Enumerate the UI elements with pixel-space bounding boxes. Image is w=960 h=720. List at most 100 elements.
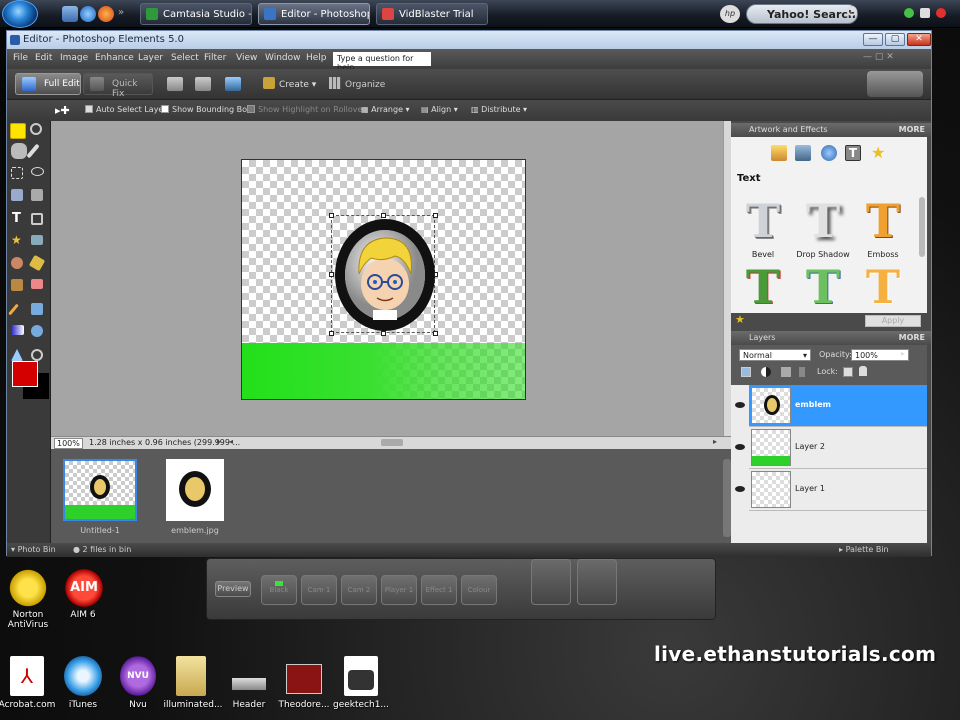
share-icon[interactable]	[195, 77, 211, 91]
menu-image[interactable]: Image	[60, 53, 88, 63]
red-eye-tool[interactable]	[11, 257, 23, 269]
yahoo-search-box[interactable]: Yahoo! Search	[746, 4, 858, 24]
quicklaunch-overflow-icon[interactable]: »	[118, 7, 128, 23]
artwork-more-menu[interactable]: MORE	[899, 125, 925, 134]
menu-layer[interactable]: Layer	[138, 53, 163, 63]
menu-view[interactable]: View	[236, 53, 257, 63]
palette-bin-toggle[interactable]: ▸ Palette Bin	[839, 545, 889, 554]
favorites-icon[interactable]: ★	[871, 143, 885, 162]
help-search-input[interactable]: Type a question for help	[333, 52, 431, 72]
healing-brush-tool[interactable]	[28, 254, 46, 272]
apply-button[interactable]: Apply	[865, 315, 921, 327]
itunes-icon[interactable]	[64, 656, 102, 696]
menu-select[interactable]: Select	[171, 53, 199, 63]
zoom-tool[interactable]	[30, 123, 42, 135]
panel-button-player1[interactable]: Player 1	[381, 575, 417, 605]
task-vidblaster[interactable]: VidBlaster Trial	[376, 3, 488, 25]
adjustment-layer-icon[interactable]	[761, 367, 771, 377]
preview-button[interactable]: Preview	[215, 581, 251, 597]
shape-tool[interactable]	[31, 325, 43, 337]
artwork-icon[interactable]	[771, 145, 787, 161]
show-bounding-box-checkbox[interactable]: Show Bounding Box	[161, 105, 252, 114]
drop-shadow-effect[interactable]: T	[797, 193, 849, 253]
brush-tool[interactable]	[8, 303, 19, 316]
aim-icon[interactable]: AIM	[62, 568, 106, 608]
menu-help[interactable]: Help	[306, 53, 327, 63]
foreground-color-swatch[interactable]	[12, 361, 38, 387]
layers-panel-header[interactable]: Layers MORE	[731, 331, 931, 345]
document-canvas[interactable]	[241, 159, 526, 400]
minimize-button[interactable]: —	[863, 33, 883, 46]
menu-enhance[interactable]: Enhance	[95, 53, 134, 63]
distribute-menu[interactable]: ▥ Distribute ▾	[471, 105, 527, 114]
panel-button-colour[interactable]: Colour	[461, 575, 497, 605]
paint-bucket-tool[interactable]	[31, 303, 43, 315]
psd-file-icon[interactable]	[344, 656, 378, 696]
hand-tool[interactable]	[11, 143, 27, 159]
resize-handle[interactable]	[329, 272, 334, 277]
eraser-tool[interactable]	[31, 279, 43, 289]
acrobat-icon[interactable]: ⅄	[10, 656, 44, 696]
lasso-tool[interactable]	[31, 167, 44, 176]
photo-bin-toggle[interactable]: ▾ Photo Bin	[11, 545, 56, 554]
bevel-effect[interactable]: T	[737, 193, 789, 253]
clone-stamp-tool[interactable]	[11, 279, 23, 291]
tray-network-icon[interactable]	[904, 8, 914, 18]
search-icon[interactable]	[847, 6, 857, 16]
text-effect-5[interactable]: T	[797, 259, 849, 319]
text-effect-6[interactable]: T	[857, 259, 909, 319]
eyedropper-tool[interactable]	[26, 143, 40, 159]
show-highlight-checkbox[interactable]: Show Highlight on Rollover	[247, 105, 366, 114]
lock-transparency-icon[interactable]	[843, 367, 853, 377]
order-prints-icon[interactable]	[225, 77, 241, 91]
move-tool-preset-icon[interactable]: ▸✚	[55, 104, 70, 118]
align-menu[interactable]: ▤ Align ▾	[421, 105, 458, 114]
arrange-menu[interactable]: ▦ Arrange ▾	[361, 105, 410, 114]
delete-layer-icon[interactable]	[781, 367, 791, 377]
info-arrow-icon[interactable]: ▸	[217, 437, 221, 446]
menu-file[interactable]: File	[13, 53, 28, 63]
eye-icon[interactable]	[735, 402, 745, 408]
layers-more-menu[interactable]: MORE	[899, 333, 925, 342]
panel-button-cam2[interactable]: Cam 2	[341, 575, 377, 605]
panel-button-cam1[interactable]: Cam 1	[301, 575, 337, 605]
full-edit-tab[interactable]: Full Edit	[15, 73, 81, 95]
straighten-tool[interactable]	[31, 235, 43, 245]
show-desktop-icon[interactable]	[62, 6, 78, 22]
sponge-tool[interactable]	[31, 349, 43, 361]
task-photoshop-editor[interactable]: Editor - Photoshop ...	[258, 3, 370, 25]
layer-row-layer-2[interactable]: Layer 2	[749, 427, 927, 469]
menu-edit[interactable]: Edit	[35, 53, 52, 63]
photobin-scrollbar[interactable]	[723, 459, 731, 537]
quick-fix-tab[interactable]: Quick Fix	[83, 73, 153, 99]
folder-icon[interactable]	[176, 656, 206, 696]
marquee-tool[interactable]	[11, 167, 23, 179]
layer-row-emblem[interactable]: emblem	[749, 385, 927, 427]
tray-volume-icon[interactable]	[920, 8, 930, 18]
opacity-slider-icon[interactable]: ▸	[901, 349, 905, 358]
layer-row-layer-1[interactable]: Layer 1	[749, 469, 927, 511]
organize-button[interactable]: Organize	[329, 77, 399, 91]
themes-icon[interactable]	[795, 145, 811, 161]
norton-antivirus-icon[interactable]	[6, 568, 50, 608]
eye-icon[interactable]	[735, 486, 745, 492]
panel-button-effect1[interactable]: Effect 1	[421, 575, 457, 605]
emboss-effect[interactable]: T	[857, 193, 909, 253]
task-camtasia[interactable]: Camtasia Studio - U...	[140, 3, 252, 25]
blur-tool[interactable]	[11, 349, 23, 361]
thumbnail-untitled-1[interactable]	[63, 459, 137, 521]
horizontal-scroll-thumb[interactable]	[381, 439, 403, 446]
create-menu[interactable]: Create ▾	[263, 77, 327, 91]
tray-security-icon[interactable]	[936, 8, 946, 18]
effects-scrollbar[interactable]	[919, 197, 925, 257]
close-button[interactable]: ✕	[907, 33, 931, 46]
lock-all-icon[interactable]	[859, 366, 867, 376]
panel-button-black[interactable]: Black	[261, 575, 297, 605]
scroll-left-icon[interactable]: ◂	[229, 437, 233, 446]
eye-icon[interactable]	[735, 444, 745, 450]
type-tool[interactable]: T	[12, 211, 21, 226]
panel-slot-1[interactable]	[531, 559, 571, 605]
resize-handle[interactable]	[329, 331, 334, 336]
bin-files-dropdown[interactable]: ● 2 files in bin	[73, 545, 131, 554]
move-tool[interactable]	[10, 123, 26, 139]
